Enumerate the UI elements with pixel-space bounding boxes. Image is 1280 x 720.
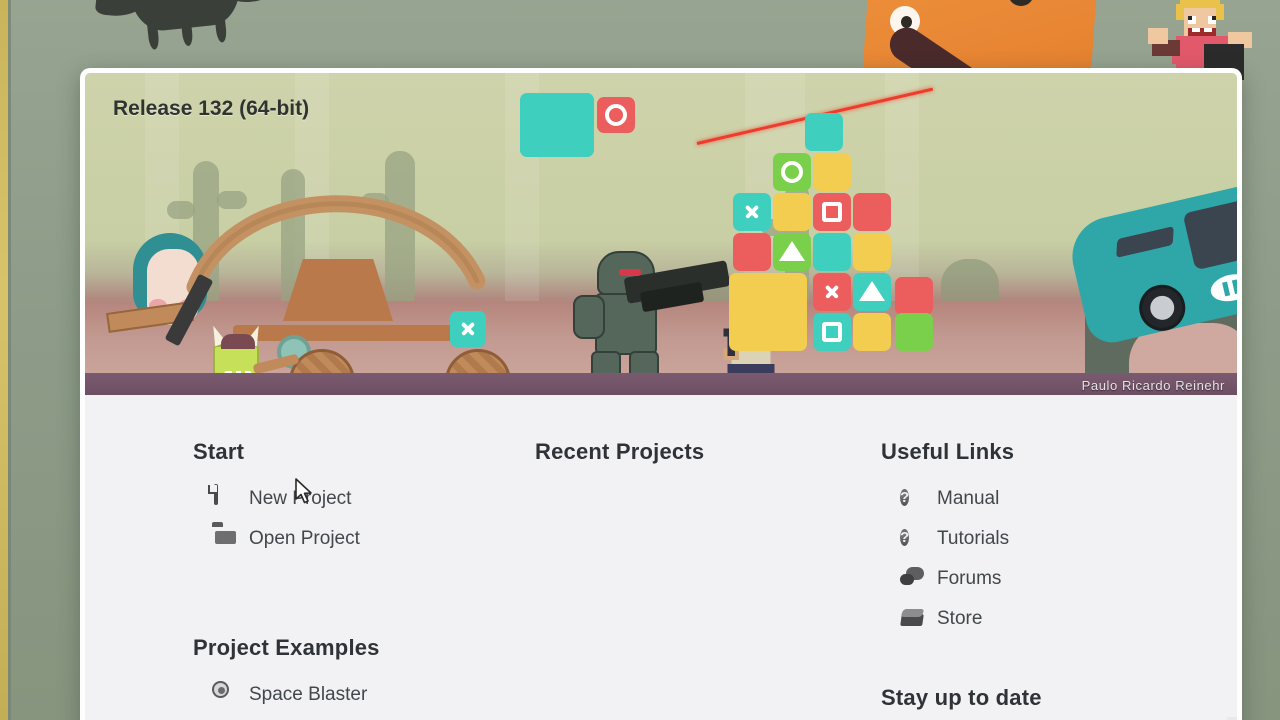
project-examples-list: Space Blaster Ghost Shooter [211,675,523,720]
project-example-space-blaster[interactable]: Space Blaster [211,675,523,715]
block-red-plain [853,193,891,231]
catapult-arm [186,195,486,296]
release-version-label: Release 132 (64-bit) [113,97,310,120]
question-icon: ? [900,489,910,506]
block-teal-x [733,193,771,231]
block-red-x [813,273,851,311]
block-teal-large [520,93,594,157]
block-yellow-large [729,273,807,351]
useful-link-tutorials[interactable]: ? Tutorials [899,519,1221,559]
block-yellow-2 [773,193,811,231]
chat-icon [899,566,925,592]
start-links-list: New Project Open Project [211,479,523,559]
block-yellow-3 [853,233,891,271]
catapult-frame-base [233,325,483,341]
useful-link-forums[interactable]: Forums [899,559,1221,599]
start-item-label: Open Project [249,528,360,549]
desktop-left-accent-strip [0,0,8,720]
block-yellow-4 [853,313,891,351]
block-teal-square [813,313,851,351]
project-example-label: Space Blaster [249,684,368,705]
desktop-left-edge-shadow [8,0,11,720]
useful-link-manual[interactable]: ? Manual [899,479,1221,519]
stay-up-to-date-heading: Stay up to date [881,685,1042,710]
project-example-ghost-shooter[interactable]: Ghost Shooter [211,715,523,720]
start-item-open-project[interactable]: Open Project [211,519,523,559]
useful-links-heading: Useful Links [881,439,1015,464]
box-icon [899,606,925,632]
question-icon: ? [900,529,910,546]
application-window: Paulo Ricardo Reinehr Release 132 (64-bi… [80,68,1242,720]
banner-artist-credit: Paulo Ricardo Reinehr [1081,378,1225,393]
soldier-visor [619,269,641,276]
start-page-banner: Paulo Ricardo Reinehr Release 132 (64-bi… [85,73,1237,395]
start-page-content: Start New Project Open Project Project E… [85,395,1237,720]
start-item-new-project[interactable]: New Project [211,479,523,519]
block-teal-triangle [853,273,891,311]
gear-icon [211,682,237,708]
useful-link-label: Store [937,608,983,629]
start-column: Start New Project Open Project Project E… [193,439,523,720]
block-yellow-1 [813,153,851,191]
useful-links-list: ? Manual ? Tutorials Forums Store [899,479,1221,639]
project-examples-heading: Project Examples [193,635,380,660]
block-teal-top [805,113,843,151]
block-red-circle-top [597,97,635,133]
start-heading: Start [193,439,245,464]
block-teal-x-left [450,311,486,347]
useful-link-label: Forums [937,568,1002,589]
folder-icon [211,526,237,552]
file-icon [211,484,237,512]
block-teal-3 [813,233,851,271]
start-item-label: New Project [249,488,352,509]
useful-link-store[interactable]: Store [899,599,1221,639]
block-red-3 [733,233,771,271]
recent-projects-column: Recent Projects [535,439,865,479]
useful-link-label: Manual [937,488,1000,509]
recent-projects-heading: Recent Projects [535,439,705,464]
block-red-4 [895,277,933,315]
block-red-square [813,193,851,231]
block-green-plain [895,313,933,351]
useful-links-column: Useful Links ? Manual ? Tutorials Forums… [881,439,1221,720]
useful-link-label: Tutorials [937,528,1010,549]
block-green-circle [773,153,811,191]
block-green-triangle [773,233,811,271]
banner-footer-bar [85,373,1237,395]
bat-silhouette-decoration [126,0,244,50]
